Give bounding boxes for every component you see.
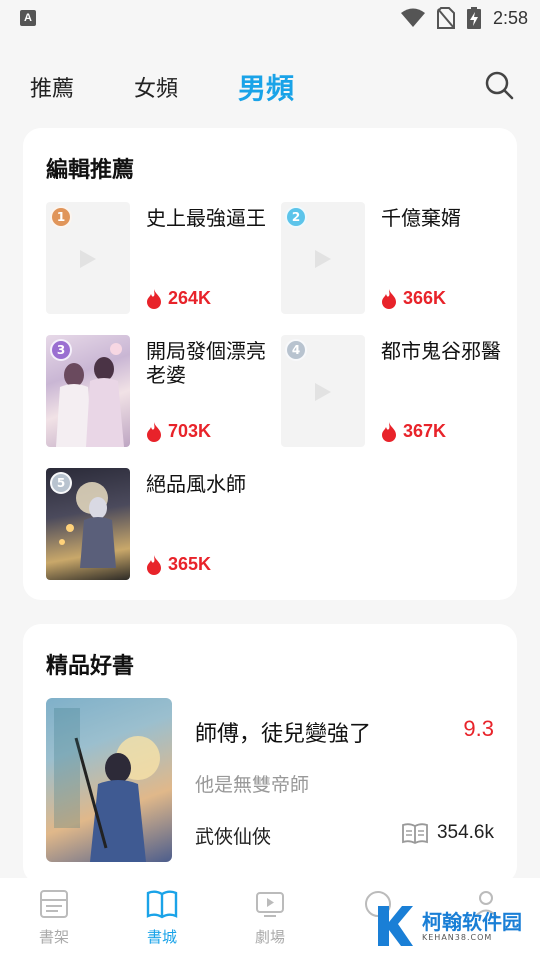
heat-count: 367K <box>381 421 446 442</box>
open-book-icon <box>402 823 428 844</box>
status-bar: A 2:58 <box>0 0 540 36</box>
nav-label: 書城 <box>146 928 177 946</box>
book-score: 9.3 <box>463 716 494 741</box>
read-count: 354.6k <box>401 822 494 844</box>
ranked-book-item[interactable]: 2 千億棄婿 366K <box>281 202 516 314</box>
watermark-subtext: KEHAN38.COM <box>422 932 493 942</box>
nav-theater[interactable]: 劇場 <box>216 878 324 960</box>
book-title: 絕品風水師 <box>146 472 246 496</box>
ranked-book-item[interactable]: 5 絕品風水師 365K <box>46 468 281 580</box>
ranked-book-item[interactable]: 4 都市鬼谷邪醫 367K <box>281 335 516 447</box>
video-play-icon <box>256 892 284 917</box>
category-tabs: 推薦 女頻 男頻 <box>30 64 514 110</box>
heat-value: 703K <box>168 421 212 441</box>
book-title[interactable]: 師傅，徒兒變強了 <box>195 716 371 748</box>
heat-value: 367K <box>403 421 447 441</box>
heat-count: 264K <box>146 288 211 309</box>
search-icon[interactable] <box>484 70 514 100</box>
rank-medal-icon: 5 <box>50 472 72 494</box>
nav-bookshelf[interactable]: 書架 <box>0 878 108 960</box>
rank-medal-icon: 3 <box>50 339 72 361</box>
tab-male[interactable]: 男頻 <box>238 67 294 107</box>
battery-charging-icon <box>466 7 481 29</box>
tab-female[interactable]: 女頻 <box>134 71 178 103</box>
fire-icon <box>147 554 161 575</box>
heat-count: 703K <box>146 421 211 442</box>
editor-recommend-card: 編輯推薦 1 史上最強逼王 264K 2 千億棄婿 366K 3 開局發個漂亮老… <box>23 128 517 600</box>
nav-bookstore[interactable]: 書城 <box>108 878 216 960</box>
book-cover-art <box>54 708 160 862</box>
rank-medal-icon: 1 <box>50 206 72 228</box>
fire-icon <box>147 288 161 309</box>
premium-books-card: 精品好書 師傅，徒兒變強了 9.3 他是無雙帝師 武俠仙俠 354.6k <box>23 624 517 884</box>
heat-value: 264K <box>168 288 212 308</box>
open-book-icon <box>146 890 178 919</box>
fire-icon <box>382 421 396 442</box>
fire-icon <box>382 288 396 309</box>
rank-medal-icon: 4 <box>285 339 307 361</box>
heat-count: 365K <box>146 554 211 575</box>
book-title: 都市鬼谷邪醫 <box>381 339 501 363</box>
heat-value: 366K <box>403 288 447 308</box>
no-sim-icon <box>436 7 455 29</box>
ranked-book-item[interactable]: 1 史上最強逼王 264K <box>46 202 281 314</box>
book-title: 千億棄婿 <box>381 206 461 230</box>
notification-icon: A <box>20 10 36 26</box>
play-icon <box>315 383 331 401</box>
heat-value: 365K <box>168 554 212 574</box>
read-count-value: 354.6k <box>436 822 494 843</box>
book-genre: 武俠仙俠 <box>195 826 272 848</box>
nav-label: 書架 <box>38 928 69 946</box>
section-title: 編輯推薦 <box>46 158 135 183</box>
ranked-book-item[interactable]: 3 開局發個漂亮老婆 703K <box>46 335 281 447</box>
book-description: 他是無雙帝師 <box>195 774 310 796</box>
book-title: 史上最強逼王 <box>146 206 266 230</box>
clock: 2:58 <box>492 7 528 28</box>
play-icon <box>315 250 331 268</box>
bookshelf-icon <box>40 890 68 918</box>
play-icon <box>80 250 96 268</box>
watermark-logo: 柯翰软件园 KEHAN38.COM <box>376 904 522 948</box>
book-title: 開局發個漂亮老婆 <box>146 339 266 387</box>
section-title: 精品好書 <box>46 654 135 679</box>
heat-count: 366K <box>381 288 446 309</box>
book-cover-image[interactable] <box>46 698 172 862</box>
fire-icon <box>147 421 161 442</box>
rank-medal-icon: 2 <box>285 206 307 228</box>
nav-label: 劇場 <box>254 928 285 946</box>
k-logo-icon <box>378 906 413 946</box>
watermark-text: 柯翰软件园 <box>422 909 522 934</box>
wifi-icon <box>400 8 425 27</box>
tab-recommend[interactable]: 推薦 <box>30 71 74 103</box>
